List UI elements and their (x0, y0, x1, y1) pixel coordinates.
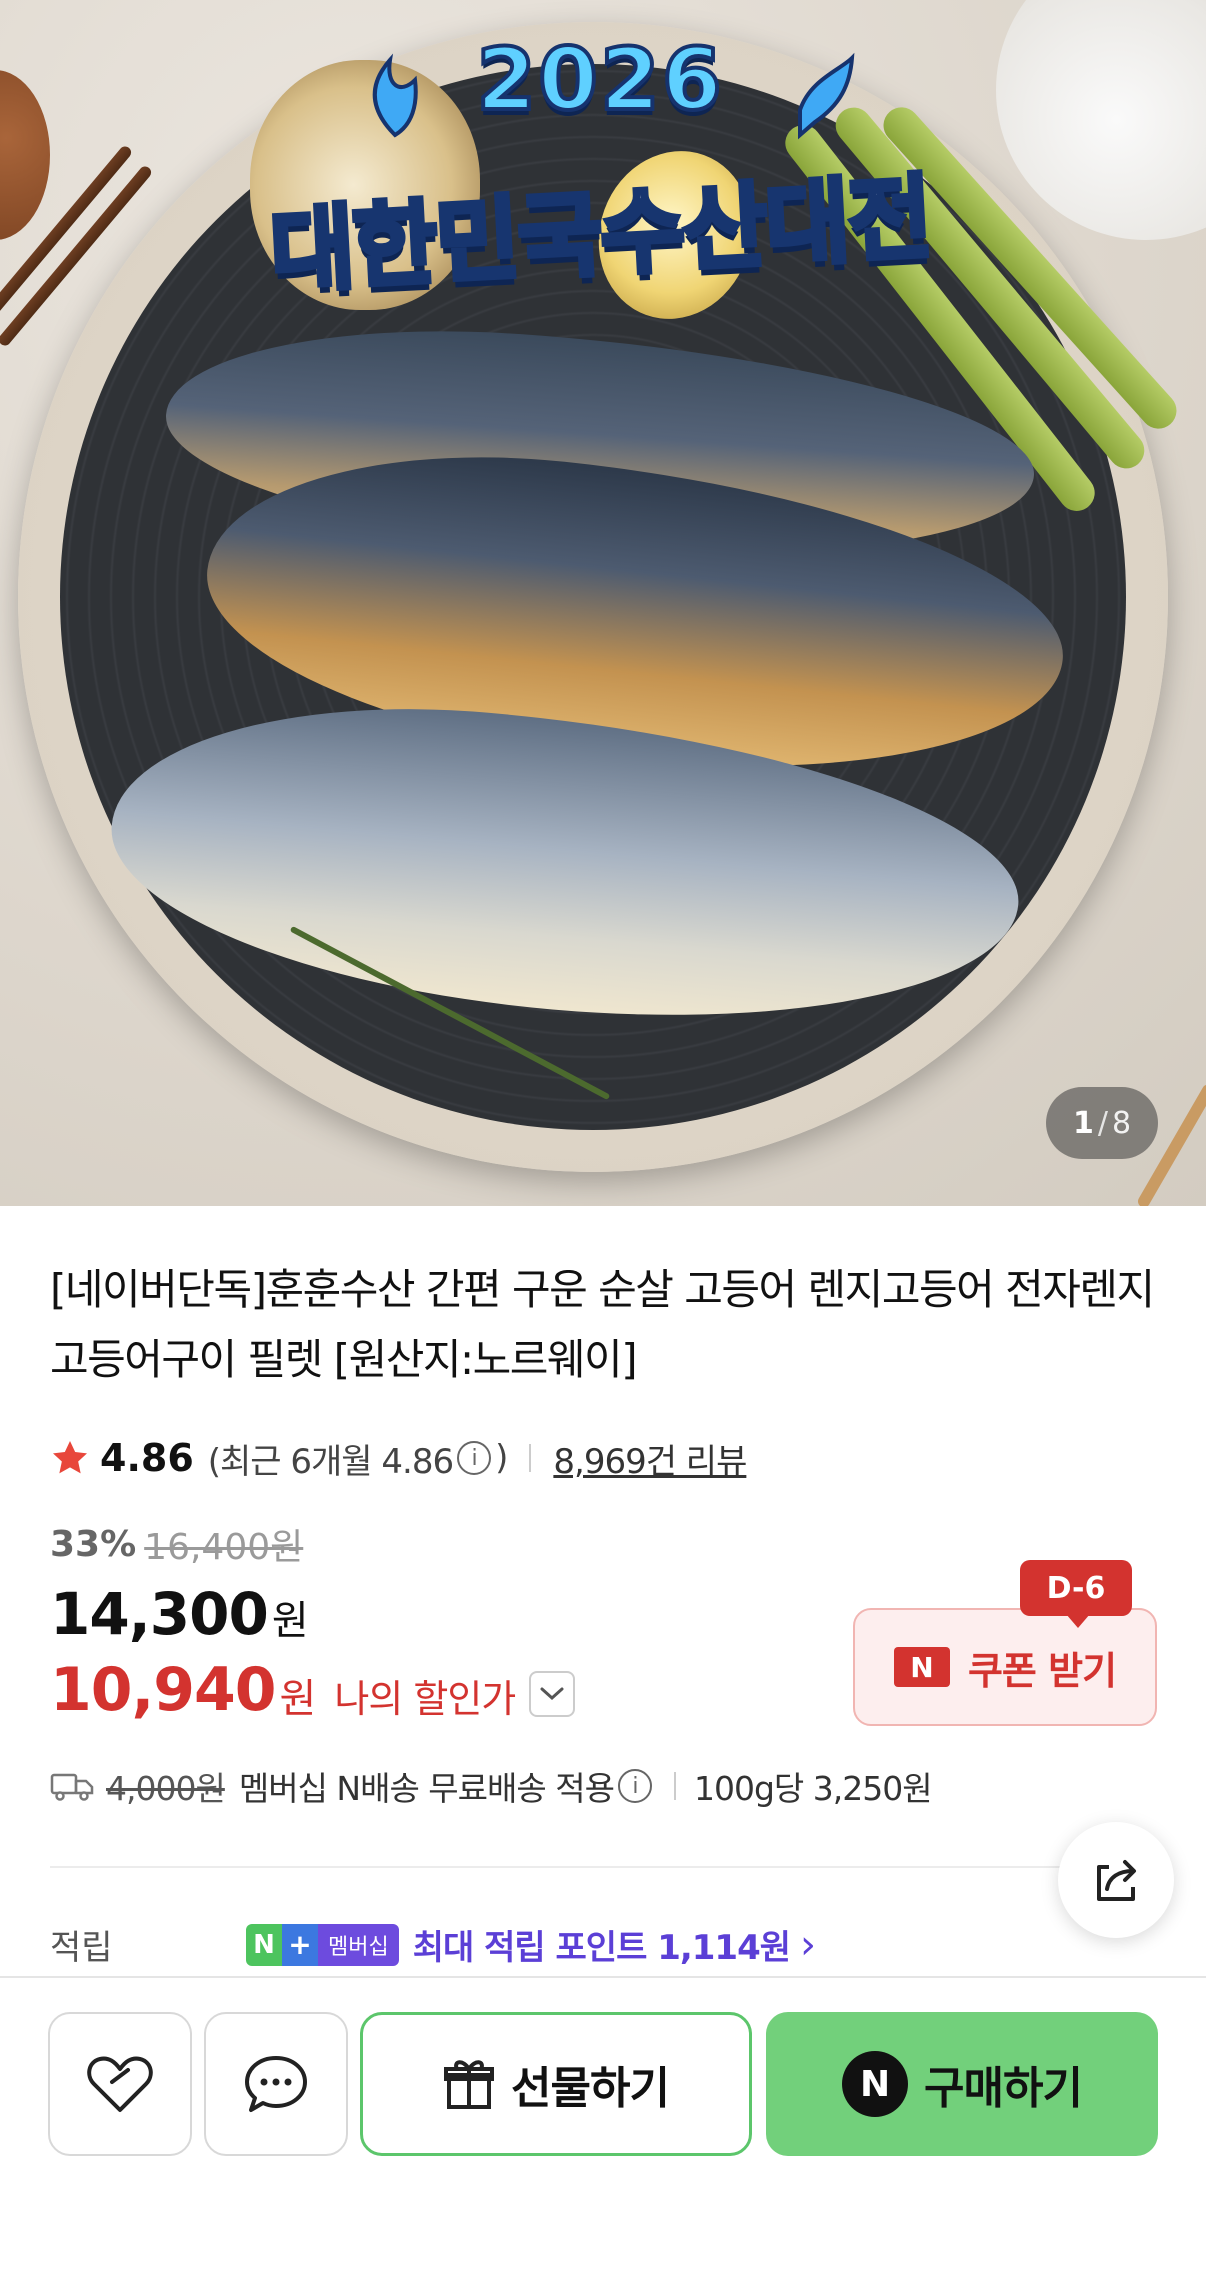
recent-rating-prefix: (최근 6개월 4.86 (207, 1441, 454, 1482)
info-icon[interactable]: i (617, 1769, 652, 1803)
recent-rating: (최근 6개월 4.86 i ) (207, 1434, 509, 1483)
gift-label: 선물하기 (511, 2063, 670, 2114)
image-counter-current: 1 (1072, 1105, 1094, 1141)
image-counter-separator: / (1097, 1105, 1108, 1141)
my-price-label: 나의 할인가 (334, 1676, 516, 1721)
shipping-fee: 4,000원 (106, 1769, 226, 1808)
chat-bubble-icon (245, 2056, 307, 2112)
rating-score: 4.86 (100, 1436, 194, 1480)
badge-plus: + (282, 1923, 318, 1966)
bottom-action-bar: 선물하기 N 구매하기 (0, 1976, 1206, 2286)
divider (673, 1772, 676, 1800)
points-label: 적립 (50, 1928, 113, 1968)
discount-percent: 33% (50, 1523, 137, 1565)
my-discount-price: 10,940 원 나의 할인가 (50, 1655, 576, 1725)
badge-n: N (246, 1923, 282, 1966)
divider (529, 1444, 532, 1472)
badge-membership: 멤버십 (318, 1923, 399, 1966)
product-title: [네이버단독]훈훈수산 간편 구운 순살 고등어 렌지고등어 전자렌지 고등어구… (50, 1265, 1155, 1384)
buy-button[interactable]: N 구매하기 (766, 2012, 1158, 2156)
sale-price: 14,300 원 (50, 1580, 309, 1648)
info-icon[interactable]: i (457, 1441, 492, 1475)
banner-title: 대한민국수산대전 (265, 161, 936, 307)
product-image[interactable]: 2026 대한민국수산대전 1 / 8 (0, 0, 1206, 1206)
share-icon (1097, 1860, 1136, 1901)
naver-plus-membership-badge: N + 멤버십 (246, 1923, 399, 1966)
chevron-right-icon: › (800, 1921, 817, 1968)
heart-icon (87, 2056, 153, 2112)
discount-row: 33% 16,400원 (50, 1518, 303, 1570)
wooden-spoon (0, 70, 50, 240)
coupon-button[interactable]: N 쿠폰 받기 (853, 1608, 1157, 1726)
naver-n-icon: N (893, 1647, 950, 1687)
my-price-value: 10,940 (50, 1655, 277, 1725)
side-bowl (996, 0, 1206, 240)
talk-button[interactable] (204, 2012, 348, 2156)
chevron-down-icon (540, 1687, 564, 1701)
my-price-expand-button[interactable] (529, 1671, 576, 1717)
star-icon (53, 1441, 87, 1474)
rating-row: 4.86 (최근 6개월 4.86 i ) 8,969건 리뷰 (50, 1430, 747, 1486)
section-divider (50, 1866, 1110, 1868)
gift-button[interactable]: 선물하기 (360, 2012, 752, 2156)
recent-rating-suffix: ) (495, 1438, 508, 1478)
image-counter-total: 8 (1111, 1105, 1132, 1141)
dday-badge: D-6 (1020, 1560, 1132, 1628)
image-counter: 1 / 8 (1046, 1087, 1158, 1159)
coupon-label: 쿠폰 받기 (967, 1648, 1117, 1693)
max-points-text: 최대 적립 포인트 1,114원 (412, 1928, 791, 1968)
free-shipping-text: 멤버십 N배송 무료배송 적용 (238, 1769, 615, 1808)
promo-banner: 2026 대한민국수산대전 (250, 28, 950, 308)
original-price: 16,400원 (144, 1527, 304, 1568)
naver-pay-icon: N (842, 2051, 909, 2117)
sale-price-currency: 원 (271, 1598, 309, 1644)
truck-icon (50, 1773, 94, 1801)
unit-price: 100g당 3,250원 (693, 1769, 933, 1808)
my-price-currency: 원 (279, 1676, 317, 1722)
banner-year: 2026 (474, 28, 724, 132)
review-count-link[interactable]: 8,969건 리뷰 (553, 1434, 747, 1483)
share-button[interactable] (1058, 1822, 1174, 1938)
wishlist-button[interactable] (48, 2012, 192, 2156)
buy-label: 구매하기 (924, 2063, 1083, 2114)
points-row[interactable]: 적립 N + 멤버십 최대 적립 포인트 1,114원 › (50, 1920, 816, 1969)
shipping-row: 4,000원 멤버십 N배송 무료배송 적용 i 100g당 3,250원 (50, 1762, 933, 1810)
gift-icon (444, 2060, 495, 2109)
sale-price-value: 14,300 (50, 1580, 269, 1648)
